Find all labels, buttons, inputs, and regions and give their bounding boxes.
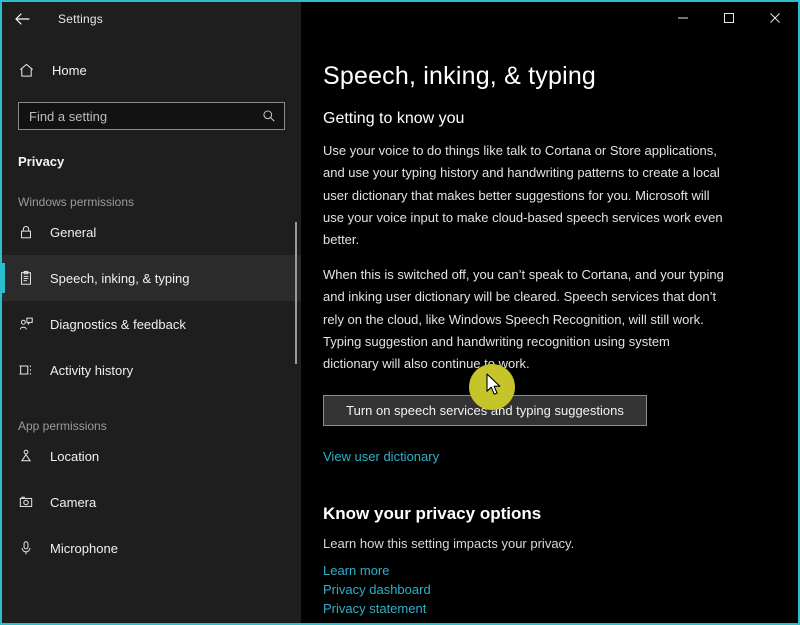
sidebar-item-microphone[interactable]: Microphone (2, 525, 301, 571)
section-heading-getting-to-know-you: Getting to know you (323, 110, 465, 127)
sidebar-item-camera-label: Camera (50, 494, 97, 510)
clipboard-icon (18, 270, 46, 286)
sidebar-item-microphone-label: Microphone (50, 540, 118, 556)
title-bar: Settings (2, 2, 798, 36)
paragraph-switched-off: When this is switched off, you can’t spe… (323, 266, 724, 372)
sidebar-category-title: Privacy (18, 154, 65, 169)
app-title: Settings (58, 12, 103, 26)
section-heading-know-your-privacy-options: Know your privacy options (323, 503, 542, 523)
sidebar-item-speech-inking-typing-label: Speech, inking, & typing (50, 270, 190, 286)
close-button[interactable] (752, 2, 798, 34)
page-title: Speech, inking, & typing (323, 62, 597, 90)
window-body: Home Privacy Windows permissions (2, 36, 798, 623)
settings-window: Settings Home Find a setting Privacy Win… (0, 0, 800, 625)
lock-icon (18, 224, 46, 240)
search-icon[interactable] (262, 109, 276, 123)
person-feedback-icon (18, 316, 46, 332)
privacy-links-list: Learn more Privacy dashboard Privacy sta… (323, 563, 798, 616)
privacy-statement-link[interactable]: Privacy statement (323, 601, 798, 616)
window-controls (301, 2, 798, 36)
sidebar-scrollbar[interactable] (295, 222, 297, 364)
sidebar-group-header-app-permissions: App permissions (18, 419, 107, 433)
sidebar-item-activity-history-label: Activity history (50, 362, 134, 378)
sidebar-item-home[interactable]: Home (2, 52, 301, 88)
activity-history-icon (18, 362, 46, 378)
privacy-dashboard-link[interactable]: Privacy dashboard (323, 582, 798, 597)
sidebar-item-activity-history[interactable]: Activity history (2, 347, 301, 393)
microphone-icon (18, 540, 46, 556)
sidebar-item-location[interactable]: Location (2, 433, 301, 479)
sidebar-item-general-label: General (50, 224, 97, 240)
sidebar-group-header-windows-permissions: Windows permissions (18, 195, 135, 209)
search-box[interactable] (18, 102, 285, 130)
view-user-dictionary-link[interactable]: View user dictionary (323, 449, 798, 464)
search-container (2, 88, 301, 130)
turn-on-speech-services-button[interactable]: Turn on speech services and typing sugge… (323, 394, 647, 426)
back-arrow-icon[interactable] (2, 3, 42, 35)
title-bar-left: Settings (2, 2, 301, 36)
sidebar-item-diagnostics-feedback[interactable]: Diagnostics & feedback (2, 301, 301, 347)
sidebar-item-diagnostics-feedback-label: Diagnostics & feedback (50, 316, 186, 332)
sidebar-item-camera[interactable]: Camera (2, 479, 301, 525)
main-content: Speech, inking, & typing Getting to know… (301, 36, 798, 623)
sidebar-item-location-label: Location (50, 448, 100, 464)
camera-icon (18, 494, 46, 510)
sidebar-item-home-label: Home (52, 62, 87, 78)
search-input[interactable] (19, 108, 284, 124)
location-pin-icon (18, 448, 46, 464)
sidebar-item-general[interactable]: General (2, 209, 301, 255)
sidebar: Home Privacy Windows permissions (2, 36, 301, 623)
maximize-button[interactable] (706, 2, 752, 34)
paragraph-voice-usage: Use your voice to do things like talk to… (323, 143, 723, 248)
sidebar-item-speech-inking-typing[interactable]: Speech, inking, & typing (2, 255, 301, 301)
minimize-button[interactable] (660, 2, 706, 34)
learn-more-link[interactable]: Learn more (323, 563, 798, 578)
privacy-options-description: Learn how this setting impacts your priv… (323, 535, 575, 551)
home-icon (18, 62, 48, 79)
